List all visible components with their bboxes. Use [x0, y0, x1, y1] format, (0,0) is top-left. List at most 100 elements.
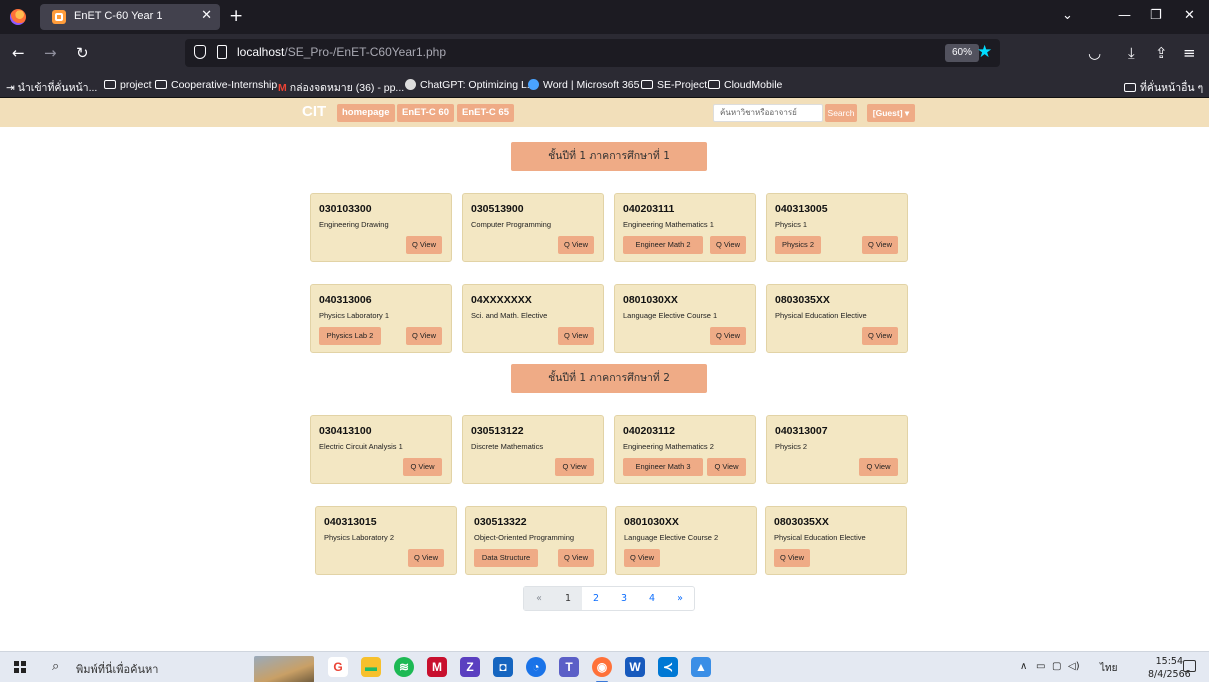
bookmark-project[interactable]: project: [104, 79, 152, 91]
browser-navigation-bar: ← → ↻ localhost/SE_Pro-/EnET-C60Year1.ph…: [0, 34, 1209, 74]
pagination-prev[interactable]: «: [524, 587, 554, 610]
new-tab-icon[interactable]: +: [229, 6, 243, 26]
site-search-button[interactable]: Search: [825, 104, 857, 122]
course-card: 040203111 Engineering Mathematics 1 Engi…: [614, 193, 756, 262]
volume-icon[interactable]: ◁): [1068, 661, 1080, 672]
battery-icon[interactable]: ▭: [1036, 661, 1045, 672]
zoom-level-badge[interactable]: 60%: [945, 44, 980, 62]
course-code: 030413100: [319, 425, 372, 437]
input-language[interactable]: ไทย: [1100, 661, 1117, 676]
restore-icon[interactable]: ❐: [1150, 8, 1162, 23]
view-button[interactable]: Q View: [406, 236, 442, 254]
bookmark-se-project[interactable]: SE-Project: [641, 79, 707, 91]
site-search-input[interactable]: ค้นหาวิชาหรืออาจารย์: [713, 104, 823, 122]
bookmark-cooperative-internship[interactable]: Cooperative-Internship: [155, 79, 277, 91]
nav-enet-c60[interactable]: EnET-C 60: [397, 104, 454, 122]
pagination-page-2[interactable]: 2: [582, 587, 610, 610]
user-dropdown-button[interactable]: [Guest] ▾: [867, 104, 915, 122]
browser-tab[interactable]: EnET C-60 Year 1 ✕: [40, 4, 220, 30]
nav-enet-c65[interactable]: EnET-C 65: [457, 104, 514, 122]
file-explorer-icon[interactable]: ▬: [361, 657, 381, 677]
downloads-icon[interactable]: ⤓: [1128, 46, 1135, 61]
back-icon[interactable]: ←: [12, 46, 25, 61]
pagination: « 1 2 3 4 »: [523, 586, 695, 611]
tray-chevron-icon[interactable]: ∧: [1020, 661, 1027, 672]
tab-list-chevron-icon[interactable]: ⌄: [1062, 8, 1073, 23]
bookmark-cloudmobile[interactable]: CloudMobile: [708, 79, 782, 91]
spotify-icon[interactable]: ≋: [394, 657, 414, 677]
folder-icon: [155, 80, 167, 89]
tab-close-icon[interactable]: ✕: [201, 8, 212, 23]
other-bookmarks[interactable]: ที่คั่นหน้าอื่น ๆ: [1124, 79, 1203, 96]
address-bar[interactable]: localhost/SE_Pro-/EnET-C60Year1.php 60% …: [185, 39, 1000, 67]
view-button[interactable]: Q View: [406, 327, 442, 345]
view-button[interactable]: Q View: [558, 327, 594, 345]
share-icon[interactable]: ⇪: [1155, 46, 1168, 61]
course-card: 040313006 Physics Laboratory 1 Physics L…: [310, 284, 452, 353]
view-button[interactable]: Q View: [710, 236, 746, 254]
notification-center-icon[interactable]: [1183, 660, 1196, 672]
view-button[interactable]: Q View: [403, 458, 442, 476]
related-course-button[interactable]: Engineer Math 3: [623, 458, 703, 476]
gmail-icon: M: [278, 82, 287, 94]
pagination-page-4[interactable]: 4: [638, 587, 666, 610]
search-highlight-image[interactable]: [254, 656, 314, 682]
course-name: Physics 1: [775, 220, 808, 229]
taskbar-search-box[interactable]: พิมพ์ที่นี่เพื่อค้นหา: [76, 660, 158, 678]
related-course-button[interactable]: Physics 2: [775, 236, 821, 254]
reload-icon[interactable]: ↻: [76, 46, 89, 61]
related-course-button[interactable]: Data Structure: [474, 549, 538, 567]
chrome-canary-icon[interactable]: ◔: [526, 657, 546, 677]
course-code: 040313005: [775, 203, 828, 215]
view-button[interactable]: Q View: [710, 327, 746, 345]
related-course-button[interactable]: Engineer Math 2: [623, 236, 703, 254]
site-navbar: CIT homepage EnET-C 60 EnET-C 65 ค้นหาวิ…: [0, 98, 1209, 127]
bookmark-star-icon[interactable]: ★: [977, 42, 992, 62]
pagination-page-1[interactable]: 1: [554, 587, 582, 610]
course-code: 040203112: [623, 425, 675, 437]
vscode-icon[interactable]: ≺: [658, 657, 678, 677]
image-viewer-icon[interactable]: ▲: [691, 657, 711, 677]
firefox-taskbar-icon[interactable]: ◉: [592, 657, 612, 682]
view-button[interactable]: Q View: [862, 327, 898, 345]
mail-app-icon[interactable]: M: [427, 657, 447, 677]
view-button[interactable]: Q View: [862, 236, 898, 254]
course-card: 030513900 Computer Programming Q View: [462, 193, 604, 262]
photos-icon[interactable]: ◘: [493, 657, 513, 677]
view-button[interactable]: Q View: [558, 549, 594, 567]
course-name: Engineering Drawing: [319, 220, 389, 229]
view-button[interactable]: Q View: [558, 236, 594, 254]
pocket-icon[interactable]: ◡: [1088, 46, 1101, 61]
view-button[interactable]: Q View: [859, 458, 898, 476]
pagination-page-3[interactable]: 3: [610, 587, 638, 610]
view-button[interactable]: Q View: [624, 549, 660, 567]
menu-icon[interactable]: ≡: [1183, 46, 1196, 61]
view-button[interactable]: Q View: [408, 549, 444, 567]
taskbar-search-icon[interactable]: ⌕: [52, 659, 59, 674]
teams-icon[interactable]: T: [559, 657, 579, 677]
related-course-button[interactable]: Physics Lab 2: [319, 327, 381, 345]
forward-icon[interactable]: →: [44, 46, 57, 61]
windows-start-icon[interactable]: [14, 661, 26, 673]
word-icon[interactable]: W: [625, 657, 645, 677]
view-button[interactable]: Q View: [707, 458, 746, 476]
chrome-icon[interactable]: G: [328, 657, 348, 677]
view-button[interactable]: Q View: [774, 549, 810, 567]
nav-homepage[interactable]: homepage: [337, 104, 395, 122]
bookmark-chatgpt[interactable]: ChatGPT: Optimizing L...: [405, 79, 536, 91]
pagination-next[interactable]: »: [666, 587, 694, 610]
bookmark-import[interactable]: ⇥ นำเข้าที่คั่นหน้า...: [6, 79, 97, 96]
visual-studio-icon[interactable]: Z: [460, 657, 480, 677]
bookmark-gmail[interactable]: M กล่องจดหมาย (36) - pp...: [278, 79, 404, 96]
url-text[interactable]: localhost/SE_Pro-/EnET-C60Year1.php: [237, 45, 446, 59]
tracking-shield-icon[interactable]: [194, 45, 206, 59]
bookmark-word[interactable]: Word | Microsoft 365: [528, 79, 639, 91]
firefox-logo-icon[interactable]: [10, 9, 26, 25]
tab-title: EnET C-60 Year 1: [74, 10, 163, 22]
site-brand[interactable]: CIT: [302, 103, 326, 120]
network-icon[interactable]: ▢: [1052, 661, 1061, 672]
close-window-icon[interactable]: ✕: [1184, 8, 1195, 23]
view-button[interactable]: Q View: [555, 458, 594, 476]
page-info-icon[interactable]: [217, 45, 227, 59]
minimize-icon[interactable]: —: [1118, 8, 1131, 23]
